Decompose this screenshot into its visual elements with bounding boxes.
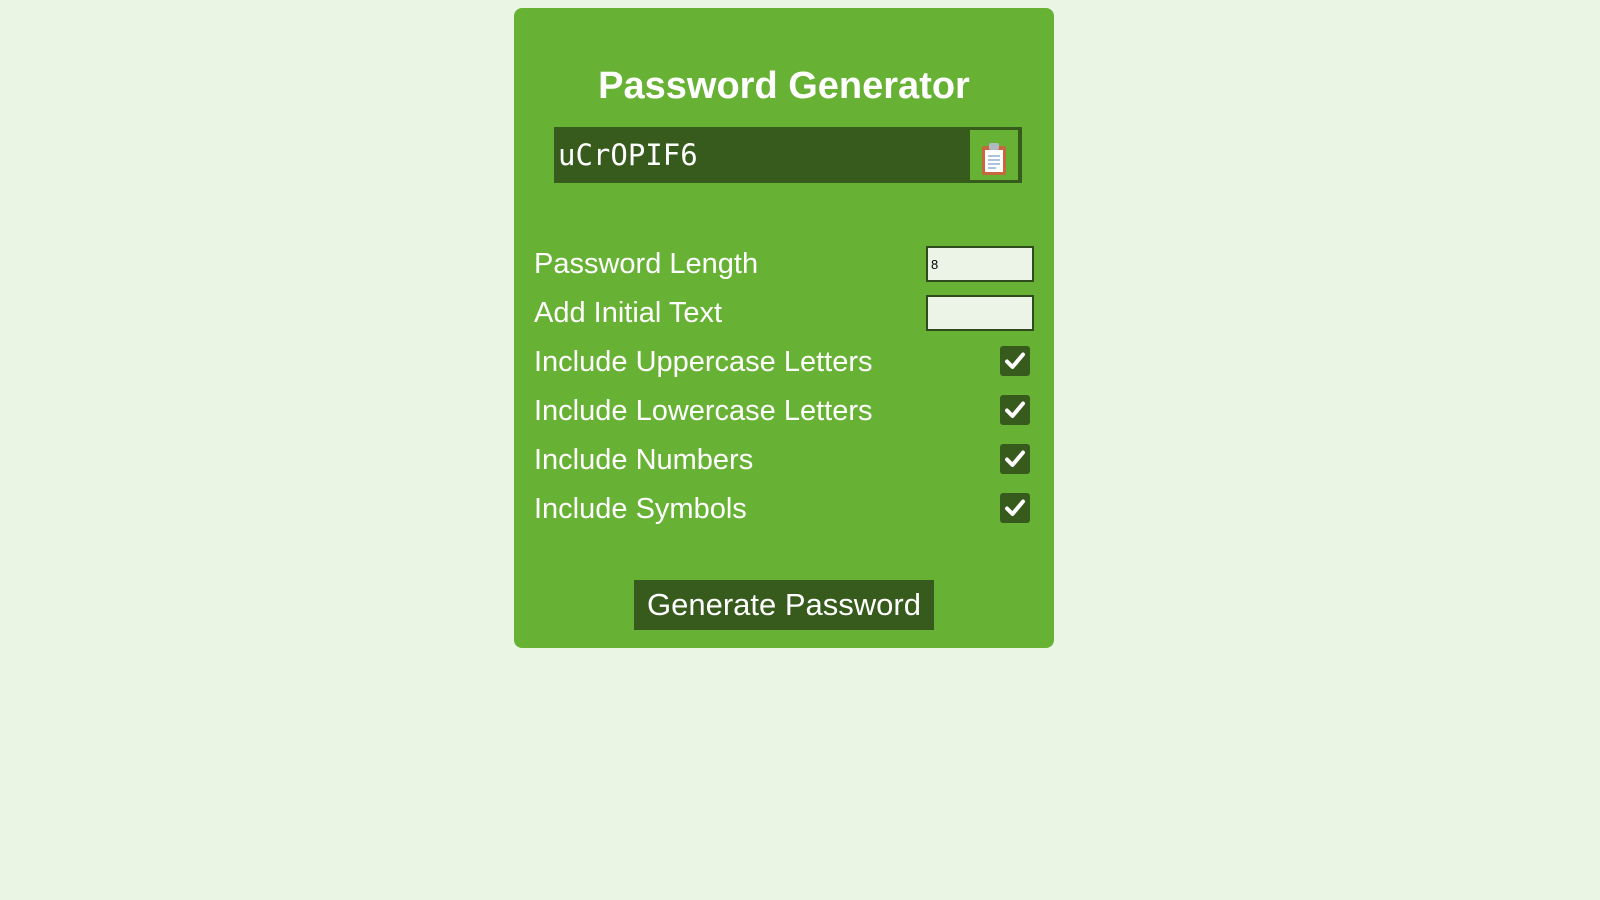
numbers-checkbox[interactable] — [1000, 444, 1030, 474]
lowercase-row: Include Lowercase Letters — [534, 391, 1034, 431]
checkmark-icon — [1005, 352, 1025, 369]
initial-text-label: Add Initial Text — [534, 297, 723, 329]
password-length-row: Password Length — [534, 244, 1034, 284]
generated-password[interactable]: uCrOPIF6 — [558, 127, 698, 183]
uppercase-checkbox[interactable] — [1000, 346, 1030, 376]
checkmark-icon — [1005, 450, 1025, 467]
password-length-input[interactable] — [926, 246, 1034, 282]
copy-button[interactable] — [970, 130, 1018, 180]
lowercase-label: Include Lowercase Letters — [534, 395, 873, 427]
initial-text-input[interactable] — [926, 295, 1034, 331]
numbers-row: Include Numbers — [534, 440, 1034, 480]
symbols-row: Include Symbols — [534, 489, 1034, 529]
lowercase-checkbox[interactable] — [1000, 395, 1030, 425]
symbols-checkbox[interactable] — [1000, 493, 1030, 523]
checkmark-icon — [1005, 499, 1025, 516]
uppercase-label: Include Uppercase Letters — [534, 346, 873, 378]
password-result-box: uCrOPIF6 — [554, 127, 1022, 183]
symbols-label: Include Symbols — [534, 493, 747, 525]
uppercase-row: Include Uppercase Letters — [534, 342, 1034, 382]
numbers-label: Include Numbers — [534, 444, 754, 476]
generate-password-button[interactable]: Generate Password — [634, 580, 934, 630]
password-generator-card: Password Generator uCrOPIF6 Password Len… — [514, 8, 1054, 648]
initial-text-row: Add Initial Text — [534, 293, 1034, 333]
checkmark-icon — [1005, 401, 1025, 418]
page-title: Password Generator — [598, 65, 970, 107]
password-length-label: Password Length — [534, 248, 759, 280]
clipboard-icon — [970, 142, 1018, 176]
